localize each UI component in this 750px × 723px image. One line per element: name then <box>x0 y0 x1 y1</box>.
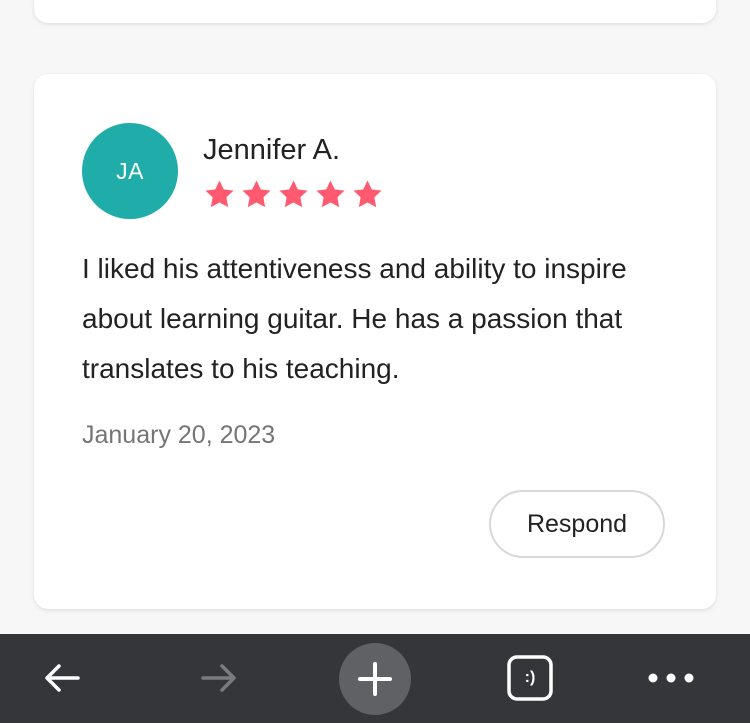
star-rating <box>203 178 384 211</box>
forward-button[interactable] <box>185 644 253 712</box>
new-tab-button[interactable] <box>339 643 411 715</box>
tab-switcher-button[interactable]: :) <box>496 644 564 712</box>
star-icon <box>205 180 234 208</box>
star-icon <box>353 180 382 208</box>
review-date: January 20, 2023 <box>82 421 276 449</box>
avatar-initials: JA <box>116 157 144 184</box>
back-button[interactable] <box>28 644 96 712</box>
plus-icon <box>358 662 392 696</box>
star-icon <box>242 180 271 208</box>
star-icon <box>279 180 308 208</box>
arrow-left-icon <box>45 664 80 692</box>
review-text: I liked his attentiveness and ability to… <box>82 253 627 384</box>
previous-review-card <box>34 0 716 23</box>
tab-switcher-label: :) <box>524 669 536 686</box>
respond-button[interactable]: Respond <box>489 490 665 558</box>
reviewer-avatar: JA <box>82 123 178 219</box>
reviewer-name: Jennifer A. <box>203 134 341 166</box>
star-icon <box>316 180 345 208</box>
arrow-right-icon <box>201 664 236 692</box>
review-page: JA Jennifer A. I liked his attentiveness… <box>0 0 750 723</box>
review-card: JA Jennifer A. I liked his attentiveness… <box>34 74 716 609</box>
more-horizontal-icon <box>648 673 694 683</box>
browser-toolbar: :) <box>0 634 750 723</box>
more-menu-button[interactable] <box>637 644 705 712</box>
